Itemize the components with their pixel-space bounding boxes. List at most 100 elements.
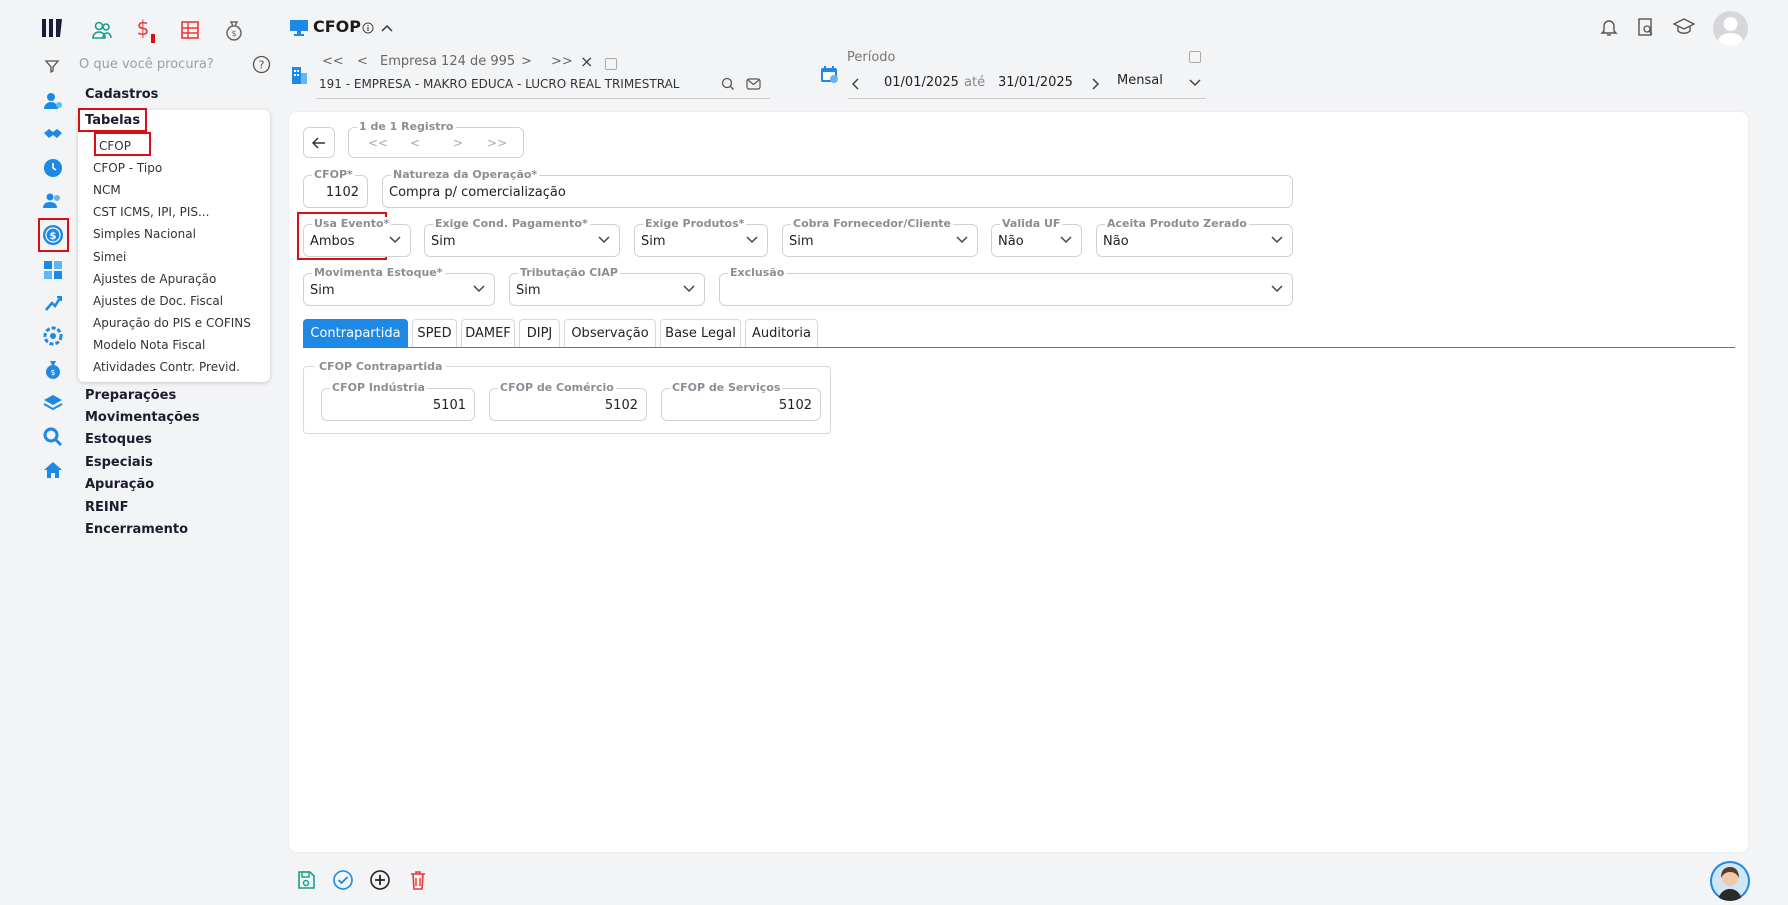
periodo-from[interactable]: 01/01/2025 (884, 75, 959, 90)
submenu-ajustes-apuracao[interactable]: Ajustes de Apuração (93, 272, 216, 286)
cfop-servicos-label: CFOP de Serviços (670, 381, 783, 394)
cfop-servicos-value: 5102 (778, 398, 812, 413)
submenu-atividades[interactable]: Atividades Contr. Previd. (93, 360, 240, 374)
submenu-ajustes-doc[interactable]: Ajustes de Doc. Fiscal (93, 294, 223, 308)
submenu-modelo-nf[interactable]: Modelo Nota Fiscal (93, 338, 205, 352)
submenu-cfop-tipo[interactable]: CFOP - Tipo (93, 161, 162, 175)
submenu-simples[interactable]: Simples Nacional (93, 227, 196, 241)
periodo-checkbox[interactable] (1189, 51, 1201, 63)
tab-observacao[interactable]: Observação (564, 319, 656, 347)
submenu-cfop[interactable]: CFOP (99, 139, 131, 153)
mail-icon[interactable] (746, 78, 761, 90)
exige-produtos-select[interactable]: Exige Produtos* Sim (634, 217, 768, 257)
svg-text:$: $ (231, 29, 236, 38)
empresa-prev-button[interactable]: < (357, 54, 368, 69)
confirm-button[interactable] (331, 868, 355, 892)
tab-damef[interactable]: DAMEF (461, 319, 515, 347)
add-button[interactable] (368, 868, 392, 892)
periodo-type[interactable]: Mensal (1117, 73, 1163, 88)
menu-especiais[interactable]: Especiais (85, 455, 153, 470)
search-input[interactable]: O que você procura? (79, 57, 214, 72)
menu-apuracao[interactable]: Apuração (85, 477, 154, 492)
empresa-clear-button[interactable]: × (580, 52, 593, 71)
dollar-top-icon[interactable]: $ (132, 16, 160, 44)
clock-icon[interactable] (40, 155, 66, 181)
empresa-next-button[interactable]: > (521, 54, 532, 69)
cfop-field[interactable]: CFOP* 1102 (303, 168, 368, 208)
tab-dipj[interactable]: DIPJ (519, 319, 560, 347)
money-bag-icon[interactable]: $ (40, 356, 66, 382)
assistant-avatar[interactable] (1710, 861, 1750, 901)
exige-cond-select[interactable]: Exige Cond. Pagamento* Sim (424, 217, 620, 257)
handshake-icon[interactable] (40, 121, 66, 147)
registro-first-button[interactable]: << (368, 136, 388, 150)
dollar-icon[interactable]: $ (40, 222, 66, 248)
document-search-icon[interactable] (1637, 17, 1655, 37)
tab-contrapartida[interactable]: Contrapartida (303, 319, 408, 347)
users-icon[interactable] (40, 188, 66, 214)
filter-icon[interactable] (44, 58, 60, 74)
registro-next-button[interactable]: > (453, 136, 463, 150)
grid-table-icon[interactable] (176, 16, 204, 44)
chevron-up-icon[interactable] (380, 22, 394, 34)
menu-estoques[interactable]: Estoques (85, 432, 152, 447)
search-icon[interactable] (40, 424, 66, 450)
tab-auditoria[interactable]: Auditoria (745, 319, 818, 347)
home-icon[interactable] (40, 457, 66, 483)
empresa-search-icon[interactable] (721, 77, 735, 91)
menu-encerramento[interactable]: Encerramento (85, 522, 188, 537)
settings-icon[interactable] (40, 323, 66, 349)
user-register-icon[interactable] (40, 88, 66, 114)
back-button[interactable] (303, 127, 335, 158)
empresa-first-button[interactable]: << (322, 54, 344, 69)
avatar[interactable] (1713, 11, 1748, 46)
valida-uf-select[interactable]: Valida UF Não (991, 217, 1082, 257)
cfop-comercio-field[interactable]: CFOP de Comércio 5102 (489, 381, 647, 421)
cfop-servicos-field[interactable]: CFOP de Serviços 5102 (661, 381, 821, 421)
chart-up-icon[interactable] (40, 290, 66, 316)
menu-reinf[interactable]: REINF (85, 500, 129, 515)
empresa-name[interactable]: 191 - EMPRESA - MAKRO EDUCA - LUCRO REAL… (319, 77, 679, 91)
graduation-cap-icon[interactable] (1673, 17, 1695, 37)
submenu-pis-cofins[interactable]: Apuração do PIS e COFINS (93, 316, 251, 330)
submenu-simei[interactable]: Simei (93, 250, 126, 264)
registro-last-button[interactable]: >> (487, 136, 507, 150)
menu-cadastros[interactable]: Cadastros (85, 87, 158, 102)
money-bag-top-icon[interactable]: $ (220, 16, 248, 44)
chevron-down-icon (746, 236, 758, 244)
submenu-cst[interactable]: CST ICMS, IPI, PIS... (93, 205, 209, 219)
cfop-industria-field[interactable]: CFOP Indústria 5101 (321, 381, 475, 421)
chevron-down-icon (1271, 236, 1283, 244)
natureza-field[interactable]: Natureza da Operação* Compra p/ comercia… (382, 168, 1293, 208)
usa-evento-select[interactable]: Usa Evento* Ambos (303, 217, 411, 257)
periodo-prev-icon[interactable] (851, 78, 861, 90)
periodo-type-chevron-icon[interactable] (1188, 78, 1202, 88)
empresa-checkbox[interactable] (605, 58, 617, 70)
bell-icon[interactable] (1600, 17, 1618, 37)
aceita-zerado-select[interactable]: Aceita Produto Zerado Não (1096, 217, 1293, 257)
menu-tabelas[interactable]: Tabelas (85, 113, 140, 128)
svg-text:$: $ (50, 231, 57, 242)
delete-button[interactable] (406, 868, 430, 892)
tab-sped[interactable]: SPED (412, 319, 457, 347)
calculator-icon[interactable] (40, 257, 66, 283)
layers-icon[interactable] (40, 390, 66, 416)
exclusao-select[interactable]: Exclusão (719, 266, 1293, 306)
movimenta-select[interactable]: Movimenta Estoque* Sim (303, 266, 495, 306)
valida-uf-value: Não (998, 234, 1024, 249)
cobra-select[interactable]: Cobra Fornecedor/Cliente Sim (782, 217, 978, 257)
tab-base-legal[interactable]: Base Legal (660, 319, 741, 347)
registro-prev-button[interactable]: < (410, 136, 420, 150)
ciap-select[interactable]: Tributação CIAP Sim (509, 266, 705, 306)
app-logo[interactable] (40, 15, 66, 41)
submenu-ncm[interactable]: NCM (93, 183, 121, 197)
periodo-next-icon[interactable] (1090, 78, 1100, 90)
menu-preparacoes[interactable]: Preparações (85, 388, 176, 403)
empresa-last-button[interactable]: >> (551, 54, 573, 69)
help-icon[interactable]: ? (252, 55, 271, 74)
menu-movimentacoes[interactable]: Movimentações (85, 410, 200, 425)
save-button[interactable] (294, 868, 318, 892)
people-icon[interactable] (88, 16, 116, 44)
periodo-to[interactable]: 31/01/2025 (998, 75, 1073, 90)
info-icon[interactable] (362, 22, 374, 34)
